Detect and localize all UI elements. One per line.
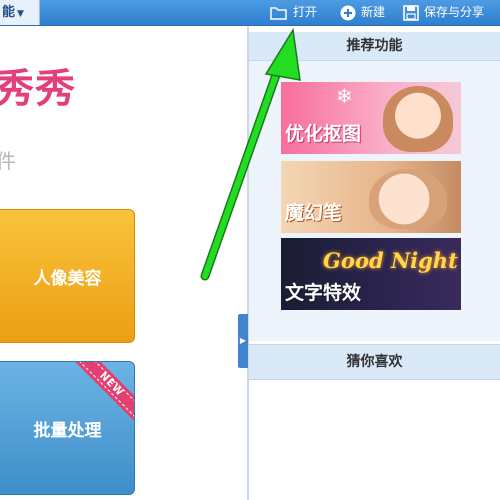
chevron-down-icon: ▼	[17, 9, 24, 19]
brand-title: 秀秀	[0, 66, 76, 112]
guess-you-like-header: 猜你喜欢	[249, 344, 500, 380]
good-night-script-text: Good Night	[323, 248, 458, 273]
save-share-button[interactable]: 保存与分享	[403, 0, 484, 25]
new-badge-label: NEW	[97, 370, 126, 399]
top-toolbar: 能 ▼ 打开 新建 保存与分享	[0, 0, 500, 26]
feature-menu-button[interactable]: 能 ▼	[0, 0, 40, 25]
sidebar: 推荐功能 ❄ 优化抠图 魔幻笔 Good Night 文字特效 猜你喜欢	[249, 26, 500, 500]
feature-optimize-cutout[interactable]: ❄ 优化抠图	[281, 82, 461, 154]
feature-label: 优化抠图	[285, 123, 362, 145]
recommended-header: 推荐功能	[249, 32, 500, 61]
feature-label: 魔幻笔	[285, 202, 343, 224]
portrait-beauty-button[interactable]: 人像美容	[0, 209, 135, 343]
feature-label: 文字特效	[285, 282, 362, 304]
collapse-sidebar-toggle[interactable]: ▶	[238, 314, 248, 368]
open-button[interactable]: 打开	[270, 0, 317, 25]
brand-subtitle: 件	[0, 149, 16, 173]
batch-process-button[interactable]: 批量处理 NEW	[0, 361, 135, 495]
snowflake-icon: ❄	[336, 84, 353, 108]
feature-magic-pen[interactable]: 魔幻笔	[281, 161, 461, 233]
batch-process-label: 批量处理	[33, 420, 102, 441]
save-share-label: 保存与分享	[424, 5, 485, 19]
feature-text-effects[interactable]: Good Night 文字特效	[281, 238, 461, 310]
chevron-right-icon: ▶	[239, 336, 247, 345]
folder-open-icon	[270, 6, 287, 20]
plus-circle-icon	[340, 5, 356, 20]
new-badge: NEW	[72, 362, 134, 424]
portrait-image	[383, 86, 453, 152]
save-icon	[403, 4, 419, 21]
open-label: 打开	[293, 5, 318, 19]
new-button[interactable]: 新建	[340, 0, 385, 25]
feature-menu-label: 能	[2, 5, 16, 20]
new-label: 新建	[361, 5, 386, 19]
portrait-beauty-label: 人像美容	[33, 268, 102, 289]
portrait-image	[369, 169, 447, 229]
